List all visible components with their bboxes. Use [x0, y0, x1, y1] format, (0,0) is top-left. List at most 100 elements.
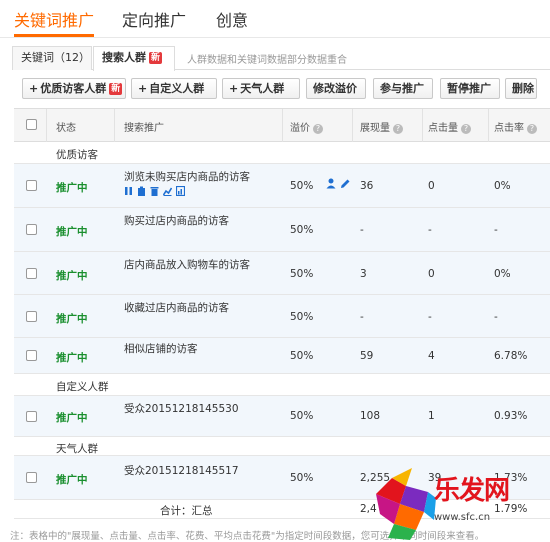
total-label: 合计：汇总: [160, 505, 213, 517]
watermark-url: www.sfc.cn: [434, 512, 491, 523]
add-weather-group-label: 天气人群: [240, 82, 285, 95]
row-checkbox[interactable]: [26, 472, 37, 483]
row-checkbox[interactable]: [26, 350, 37, 361]
column-divider: [352, 109, 353, 142]
crowd-table: 状态 搜索推广 溢价? 展现量? 点击量? 点击率? 优质访客 推广中 浏览未购…: [14, 108, 550, 519]
data-overlap-note: 人群数据和关键词数据部分数据重合: [187, 55, 347, 66]
edit-premium-button[interactable]: 修改溢价: [306, 78, 366, 99]
trash-icon[interactable]: [150, 186, 159, 196]
clicks-value: -: [428, 224, 432, 236]
crowd-name: 浏览未购买店内商品的访客: [124, 171, 250, 183]
delete-button[interactable]: 删除: [505, 78, 537, 99]
join-promotion-button[interactable]: 参与推广: [373, 78, 433, 99]
clipboard-icon[interactable]: [137, 186, 146, 196]
subtab-search-crowd[interactable]: 搜索人群新: [93, 46, 175, 71]
tab-targeted-promotion[interactable]: 定向推广: [122, 7, 186, 31]
column-status: 状态: [56, 123, 76, 134]
column-impressions-label: 展现量: [360, 123, 390, 134]
column-ctr-label: 点击率: [494, 123, 524, 134]
group-label: 优质访客: [56, 149, 98, 161]
pause-icon[interactable]: [124, 186, 133, 196]
ctr-value: -: [494, 224, 498, 236]
status-badge: 推广中: [56, 412, 88, 424]
add-custom-group-button[interactable]: + 自定义人群: [131, 78, 217, 99]
row-checkbox[interactable]: [26, 411, 37, 422]
row-checkbox[interactable]: [26, 311, 37, 322]
table-row: 推广中 受众20151218145530 50% 108 1 0.93%: [14, 396, 550, 437]
row-checkbox[interactable]: [26, 224, 37, 235]
impressions-value: -: [360, 224, 364, 236]
impressions-value: 59: [360, 350, 374, 362]
status-badge: 推广中: [56, 182, 88, 194]
help-icon[interactable]: ?: [313, 124, 323, 134]
column-clicks-label: 点击量: [428, 123, 458, 134]
crowd-name: 相似店铺的访客: [124, 343, 198, 355]
sub-tab-bar: 关键词（12） 搜索人群新 人群数据和关键词数据部分数据重合: [12, 46, 550, 71]
column-divider: [488, 109, 489, 142]
column-divider: [422, 109, 423, 142]
group-row-custom: 自定义人群: [14, 374, 550, 396]
premium-value: 50%: [290, 350, 314, 362]
premium-value: 50%: [290, 410, 314, 422]
line-chart-icon[interactable]: [163, 186, 172, 196]
table-row: 推广中 收藏过店内商品的访客 50% - - -: [14, 295, 550, 338]
table-row: 推广中 相似店铺的访客 50% 59 4 6.78%: [14, 338, 550, 374]
premium-value: 50%: [290, 311, 314, 323]
bull-logo-icon: [376, 468, 436, 540]
row-checkbox[interactable]: [26, 268, 37, 279]
status-badge: 推广中: [56, 313, 88, 325]
ctr-value: 0.93%: [494, 410, 528, 422]
table-header: 状态 搜索推广 溢价? 展现量? 点击量? 点击率?: [14, 109, 550, 142]
tab-creative[interactable]: 创意: [216, 7, 248, 31]
table-row: 推广中 店内商品放入购物车的访客 50% 3 0 0%: [14, 252, 550, 295]
row-checkbox[interactable]: [26, 180, 37, 191]
group-label: 自定义人群: [56, 381, 109, 393]
subtab-keywords-label: 关键词（12）: [21, 51, 90, 64]
add-premium-visitors-label: 优质访客人群: [40, 82, 107, 95]
crowd-name: 受众20151218145517: [124, 465, 239, 477]
watermark-text: 乐发网: [434, 476, 510, 506]
premium-value: 50%: [290, 224, 314, 236]
add-weather-group-button[interactable]: + 天气人群: [222, 78, 300, 99]
crowd-name: 购买过店内商品的访客: [124, 215, 229, 227]
clicks-value: 4: [428, 350, 435, 362]
clicks-value: 0: [428, 180, 435, 192]
help-icon[interactable]: ?: [393, 124, 403, 134]
plus-icon: +: [29, 82, 39, 95]
status-badge: 推广中: [56, 474, 88, 486]
impressions-value: 3: [360, 268, 367, 280]
column-premium-label: 溢价: [290, 123, 310, 134]
top-tab-bar: 关键词推广 定向推广 创意: [0, 0, 550, 38]
crowd-user-icon[interactable]: [326, 178, 337, 189]
active-tab-indicator: [14, 34, 94, 37]
ctr-value: 0%: [494, 268, 511, 280]
impressions-value: 108: [360, 410, 381, 422]
clicks-value: -: [428, 311, 432, 323]
row-edit-actions: [326, 178, 351, 192]
report-icon[interactable]: [176, 186, 185, 196]
status-badge: 推广中: [56, 352, 88, 364]
edit-pencil-icon[interactable]: [340, 178, 351, 189]
crowd-name: 受众20151218145530: [124, 403, 239, 415]
subtab-search-crowd-label: 搜索人群: [102, 51, 146, 64]
plus-icon: +: [138, 82, 148, 95]
help-icon[interactable]: ?: [461, 124, 471, 134]
help-icon[interactable]: ?: [527, 124, 537, 134]
select-all-checkbox[interactable]: [26, 119, 37, 130]
column-premium: 溢价?: [290, 119, 323, 134]
clicks-value: 1: [428, 410, 435, 422]
subtab-keywords[interactable]: 关键词（12）: [12, 46, 92, 70]
column-divider: [46, 109, 47, 142]
table-row: 推广中 浏览未购买店内商品的访客 50% 36 0 0%: [14, 164, 550, 208]
clicks-value: 0: [428, 268, 435, 280]
add-premium-visitors-button[interactable]: + 优质访客人群新: [22, 78, 126, 99]
add-custom-group-label: 自定义人群: [149, 82, 205, 95]
pause-promotion-button[interactable]: 暂停推广: [440, 78, 500, 99]
column-clicks: 点击量?: [428, 119, 471, 134]
crowd-name: 收藏过店内商品的访客: [124, 302, 229, 314]
column-divider: [114, 109, 115, 142]
new-badge: 新: [149, 52, 163, 64]
plus-icon: +: [229, 82, 239, 95]
tab-keyword-promotion[interactable]: 关键词推广: [14, 7, 94, 31]
watermark-logo: 乐发网 www.sfc.cn: [372, 462, 550, 542]
